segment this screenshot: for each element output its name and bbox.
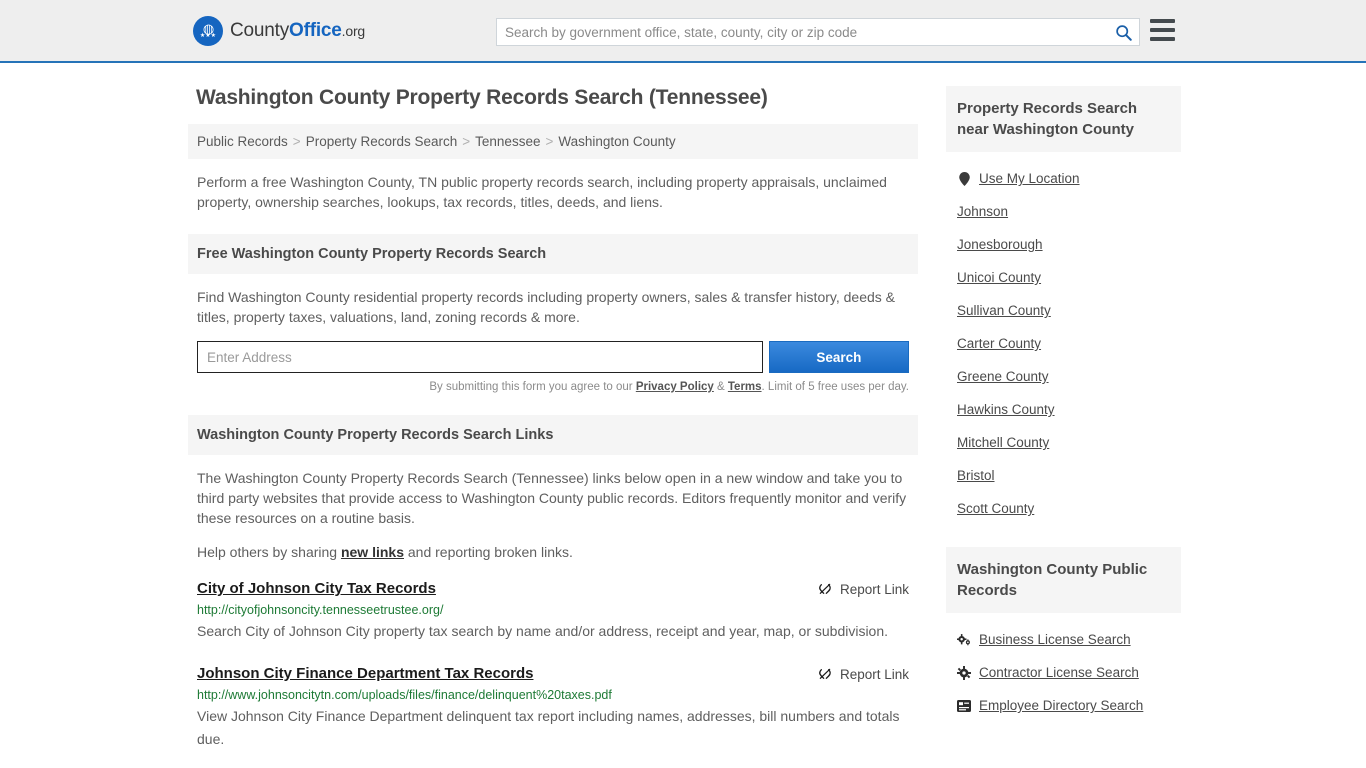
terms-link[interactable]: Terms	[728, 381, 762, 393]
logo-text-county: County	[230, 19, 290, 41]
report-link-label: Report Link	[839, 666, 909, 682]
result-title-link[interactable]: Johnson City Finance Department Tax Reco…	[197, 665, 533, 682]
hamburger-menu-icon[interactable]	[1150, 19, 1175, 41]
search-input[interactable]	[497, 19, 1107, 45]
sidebar-item-mitchell-county[interactable]: Mitchell County	[957, 426, 1181, 459]
new-links-link[interactable]: new links	[341, 544, 404, 560]
sidebar-nearby-list: Use My Location Johnson Jonesborough Uni…	[946, 152, 1181, 525]
result-title-link[interactable]: City of Johnson City Tax Records	[197, 580, 436, 597]
sidebar-nearby-link[interactable]: Jonesborough	[957, 237, 1043, 252]
report-link-button[interactable]: Report Link	[817, 665, 909, 682]
privacy-policy-link[interactable]: Privacy Policy	[636, 381, 714, 393]
page-title: Washington County Property Records Searc…	[196, 86, 768, 109]
sidebar-nearby-link[interactable]: Johnson	[957, 204, 1008, 219]
result-item: Johnson City Finance Department Tax Reco…	[188, 665, 918, 751]
list-icon	[957, 699, 971, 712]
sidebar-item-use-my-location[interactable]: Use My Location	[957, 162, 1181, 195]
breadcrumb-separator: >	[292, 134, 301, 149]
global-search-bar	[496, 18, 1140, 46]
form-disclaimer: By submitting this form you agree to our…	[197, 381, 909, 393]
breadcrumb-item-property-records-search[interactable]: Property Records Search	[306, 134, 458, 149]
result-url: http://www.johnsoncitytn.com/uploads/fil…	[197, 688, 612, 702]
result-item: City of Johnson City Tax Records Report …	[188, 580, 918, 643]
help-prefix: Help others by sharing	[197, 544, 341, 560]
address-search-form: Search	[197, 341, 909, 373]
sidebar-nearby-link[interactable]: Carter County	[957, 336, 1041, 351]
links-section-heading: Washington County Property Records Searc…	[188, 415, 918, 455]
broken-link-icon	[819, 583, 831, 594]
logo-text-office: Office	[289, 19, 342, 41]
disclaimer-amp: &	[713, 381, 728, 393]
logo-text-org: .org	[341, 22, 366, 39]
free-search-description: Find Washington County residential prope…	[197, 289, 896, 325]
sidebar-item-carter-county[interactable]: Carter County	[957, 327, 1181, 360]
sidebar-nearby-link[interactable]: Hawkins County	[957, 402, 1055, 417]
links-section-paragraph: The Washington County Property Records S…	[197, 470, 907, 526]
sidebar-public-records-list: Business License Search Contractor Licen…	[946, 613, 1181, 722]
sidebar-nearby-link[interactable]: Greene County	[957, 369, 1049, 384]
address-search-button[interactable]: Search	[768, 341, 909, 373]
breadcrumb-separator: >	[462, 134, 471, 149]
sidebar-public-records-heading: Washington County Public Records	[946, 547, 1181, 613]
result-url: http://cityofjohnsoncity.tennesseetruste…	[197, 603, 444, 617]
gear-icon	[957, 665, 971, 680]
sidebar-item-hawkins-county[interactable]: Hawkins County	[957, 393, 1181, 426]
sidebar-public-records-link[interactable]: Business License Search	[979, 632, 1131, 647]
links-section-help: Help others by sharing new links and rep…	[197, 542, 909, 562]
sidebar-item-sullivan-county[interactable]: Sullivan County	[957, 294, 1181, 327]
sidebar-public-records-link[interactable]: Employee Directory Search	[979, 698, 1143, 713]
breadcrumb-item-tennessee[interactable]: Tennessee	[475, 134, 540, 149]
breadcrumb-item-washington-county[interactable]: Washington County	[558, 134, 675, 149]
sidebar-item-greene-county[interactable]: Greene County	[957, 360, 1181, 393]
sidebar-nearby-link[interactable]: Mitchell County	[957, 435, 1049, 450]
sidebar-item-jonesborough[interactable]: Jonesborough	[957, 228, 1181, 261]
free-search-body: Find Washington County residential prope…	[188, 274, 918, 393]
search-icon	[1115, 24, 1132, 41]
address-input[interactable]	[197, 341, 763, 373]
help-suffix: and reporting broken links.	[404, 544, 573, 560]
breadcrumb-item-public-records[interactable]: Public Records	[197, 134, 288, 149]
links-section-body: The Washington County Property Records S…	[188, 455, 918, 562]
sidebar-item-scott-county[interactable]: Scott County	[957, 492, 1181, 525]
sidebar-nearby-link[interactable]: Unicoi County	[957, 270, 1041, 285]
sidebar-item-bristol[interactable]: Bristol	[957, 459, 1181, 492]
disclaimer-suffix: . Limit of 5 free uses per day.	[761, 381, 909, 393]
search-button[interactable]	[1107, 19, 1139, 45]
site-header: ◍ ★★★ CountyOffice.org	[0, 0, 1366, 63]
sidebar-item-johnson[interactable]: Johnson	[957, 195, 1181, 228]
page-body: Washington County Property Records Searc…	[0, 63, 1366, 751]
report-link-label: Report Link	[839, 581, 909, 597]
sidebar-nearby-link[interactable]: Sullivan County	[957, 303, 1051, 318]
breadcrumb: Public Records > Property Records Search > T…	[188, 124, 918, 159]
sidebar-nearby-link[interactable]: Use My Location	[979, 171, 1080, 186]
site-logo[interactable]: ◍ ★★★ CountyOffice.org	[193, 15, 365, 46]
sidebar-item-employee-directory-search[interactable]: Employee Directory Search	[957, 689, 1181, 722]
map-pin-icon	[957, 171, 971, 186]
disclaimer-prefix: By submitting this form you agree to our	[429, 381, 636, 393]
sidebar-item-business-license-search[interactable]: Business License Search	[957, 623, 1181, 656]
free-search-heading: Free Washington County Property Records …	[188, 234, 918, 274]
sidebar-nearby-link[interactable]: Scott County	[957, 501, 1034, 516]
main-content: Washington County Property Records Searc…	[188, 86, 918, 751]
sidebar-nearby-heading: Property Records Search near Washington …	[946, 86, 1181, 152]
gears-icon	[957, 633, 971, 647]
sidebar-nearby-box: Property Records Search near Washington …	[946, 86, 1181, 525]
sidebar: Property Records Search near Washington …	[946, 86, 1181, 751]
sidebar-item-contractor-license-search[interactable]: Contractor License Search	[957, 656, 1181, 689]
logo-text: CountyOffice.org	[230, 20, 365, 42]
report-link-button[interactable]: Report Link	[817, 580, 909, 597]
result-description: View Johnson City Finance Department del…	[197, 708, 900, 747]
sidebar-nearby-link[interactable]: Bristol	[957, 468, 995, 483]
sidebar-public-records-box: Washington County Public Records Busines…	[946, 547, 1181, 722]
result-description: Search City of Johnson City property tax…	[197, 623, 889, 639]
intro-paragraph: Perform a free Washington County, TN pub…	[197, 174, 887, 210]
broken-link-icon	[819, 668, 831, 679]
eagle-shield-logo-icon: ◍ ★★★	[193, 15, 223, 46]
sidebar-item-unicoi-county[interactable]: Unicoi County	[957, 261, 1181, 294]
sidebar-public-records-link[interactable]: Contractor License Search	[979, 665, 1139, 680]
breadcrumb-separator: >	[545, 134, 554, 149]
